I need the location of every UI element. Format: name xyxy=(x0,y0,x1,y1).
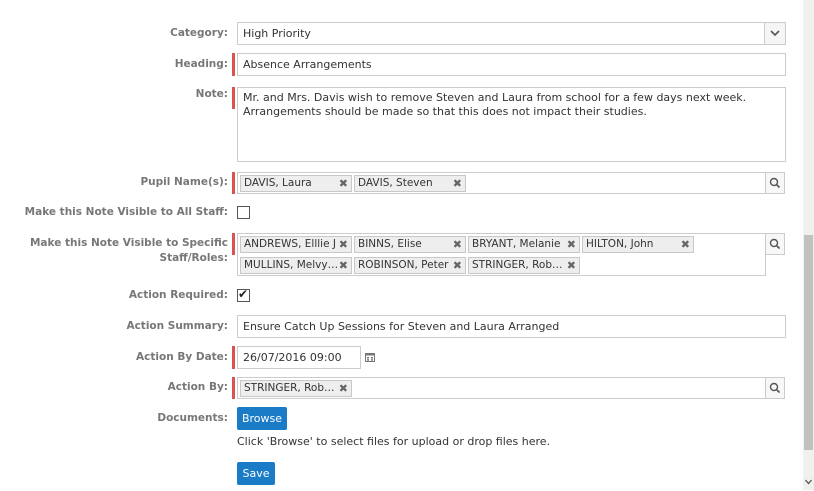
note-label: Note: xyxy=(195,88,228,100)
staff-search-button[interactable] xyxy=(765,233,785,255)
staff-tag: HILTON, John ✖ xyxy=(582,236,694,253)
action-by-input[interactable]: STRINGER, Rob… ✖ xyxy=(237,377,766,399)
required-indicator xyxy=(232,53,235,76)
action-required-label: Action Required: xyxy=(128,289,228,301)
pupils-label: Pupil Name(s): xyxy=(140,176,228,188)
remove-icon[interactable]: ✖ xyxy=(453,258,462,273)
staff-tag: STRINGER, Rob… ✖ xyxy=(468,257,580,274)
pupils-search-button[interactable] xyxy=(765,172,785,194)
pupil-tag: DAVIS, Steven ✖ xyxy=(354,175,466,192)
pupil-tag: DAVIS, Laura ✖ xyxy=(240,175,352,192)
action-summary-input[interactable]: Ensure Catch Up Sessions for Steven and … xyxy=(237,315,786,338)
staff-tag: ROBINSON, Peter ✖ xyxy=(354,257,466,274)
action-date-input[interactable]: 26/07/2016 09:00 xyxy=(237,346,361,369)
magnifier-icon xyxy=(769,238,781,250)
tag-label: ROBINSON, Peter xyxy=(358,259,449,271)
category-select[interactable]: High Priority xyxy=(237,22,786,45)
staff-tag: BINNS, Elise ✖ xyxy=(354,236,466,253)
action-by-search-button[interactable] xyxy=(765,377,785,399)
remove-icon[interactable]: ✖ xyxy=(339,176,348,191)
remove-icon[interactable]: ✖ xyxy=(339,237,348,252)
tag-label: ANDREWS, Elllie J xyxy=(244,238,336,250)
heading-value: Absence Arrangements xyxy=(243,58,372,71)
action-summary-label: Action Summary: xyxy=(126,320,228,332)
remove-icon[interactable]: ✖ xyxy=(339,381,348,396)
required-indicator xyxy=(232,233,235,255)
action-by-tag: STRINGER, Rob… ✖ xyxy=(240,380,352,397)
required-indicator xyxy=(232,346,235,369)
action-required-checkbox[interactable]: ✔ xyxy=(237,287,250,302)
remove-icon[interactable]: ✖ xyxy=(339,258,348,273)
tag-label: DAVIS, Steven xyxy=(358,177,433,189)
tag-label: DAVIS, Laura xyxy=(244,177,312,189)
tag-label: STRINGER, Rob… xyxy=(472,259,563,271)
category-value: High Priority xyxy=(243,27,311,40)
staff-tag: ANDREWS, Elllie J ✖ xyxy=(240,236,352,253)
documents-hint: Click 'Browse' to select files for uploa… xyxy=(237,435,551,448)
staff-tag: MULLINS, Melvy… ✖ xyxy=(240,257,352,274)
remove-icon[interactable]: ✖ xyxy=(681,237,690,252)
action-summary-value: Ensure Catch Up Sessions for Steven and … xyxy=(243,320,560,333)
tag-label: BRYANT, Melanie xyxy=(472,238,561,250)
staff-tag: BRYANT, Melanie ✖ xyxy=(468,236,580,253)
visible-all-label: Make this Note Visible to All Staff: xyxy=(24,206,228,218)
calendar-icon[interactable] xyxy=(365,352,375,362)
action-date-label: Action By Date: xyxy=(136,351,228,363)
remove-icon[interactable]: ✖ xyxy=(453,237,462,252)
save-button[interactable]: Save xyxy=(237,462,275,485)
note-line-2: Arrangements should be made so that this… xyxy=(243,105,647,118)
documents-label: Documents: xyxy=(157,412,228,424)
scrollbar-thumb[interactable] xyxy=(804,235,813,450)
tag-label: HILTON, John xyxy=(586,238,654,250)
magnifier-icon xyxy=(769,382,781,394)
remove-icon[interactable]: ✖ xyxy=(453,176,462,191)
note-textarea[interactable]: Mr. and Mrs. Davis wish to remove Steven… xyxy=(237,87,786,162)
browse-button[interactable]: Browse xyxy=(237,407,287,430)
chevron-down-icon[interactable] xyxy=(764,23,785,44)
required-indicator xyxy=(232,377,235,399)
visible-specific-label-line2: Staff/Roles: xyxy=(159,252,228,264)
visible-specific-label: Make this Note Visible to Specific Staff… xyxy=(30,236,228,266)
visible-specific-label-line1: Make this Note Visible to Specific xyxy=(29,237,228,249)
scroll-down-icon[interactable] xyxy=(803,476,814,488)
note-line-1: Mr. and Mrs. Davis wish to remove Steven… xyxy=(243,91,747,104)
category-label: Category: xyxy=(170,27,228,39)
magnifier-icon xyxy=(769,177,781,189)
remove-icon[interactable]: ✖ xyxy=(567,237,576,252)
required-indicator xyxy=(232,87,235,109)
remove-icon[interactable]: ✖ xyxy=(567,258,576,273)
heading-input[interactable]: Absence Arrangements xyxy=(237,53,786,76)
action-date-value: 26/07/2016 09:00 xyxy=(243,351,342,364)
required-indicator xyxy=(232,172,235,194)
heading-label: Heading: xyxy=(174,58,228,70)
tag-label: MULLINS, Melvy… xyxy=(244,259,339,271)
checkmark-icon: ✔ xyxy=(238,287,249,301)
visible-all-checkbox[interactable] xyxy=(237,206,250,219)
tag-label: BINNS, Elise xyxy=(358,238,422,250)
action-by-label: Action By: xyxy=(167,381,228,393)
visible-specific-input[interactable]: ANDREWS, Elllie J ✖ BINNS, Elise ✖ BRYANT,… xyxy=(237,233,766,276)
pupils-input[interactable]: DAVIS, Laura ✖ DAVIS, Steven ✖ xyxy=(237,172,766,194)
tag-label: STRINGER, Rob… xyxy=(244,382,335,394)
scrollbar[interactable] xyxy=(803,0,814,490)
